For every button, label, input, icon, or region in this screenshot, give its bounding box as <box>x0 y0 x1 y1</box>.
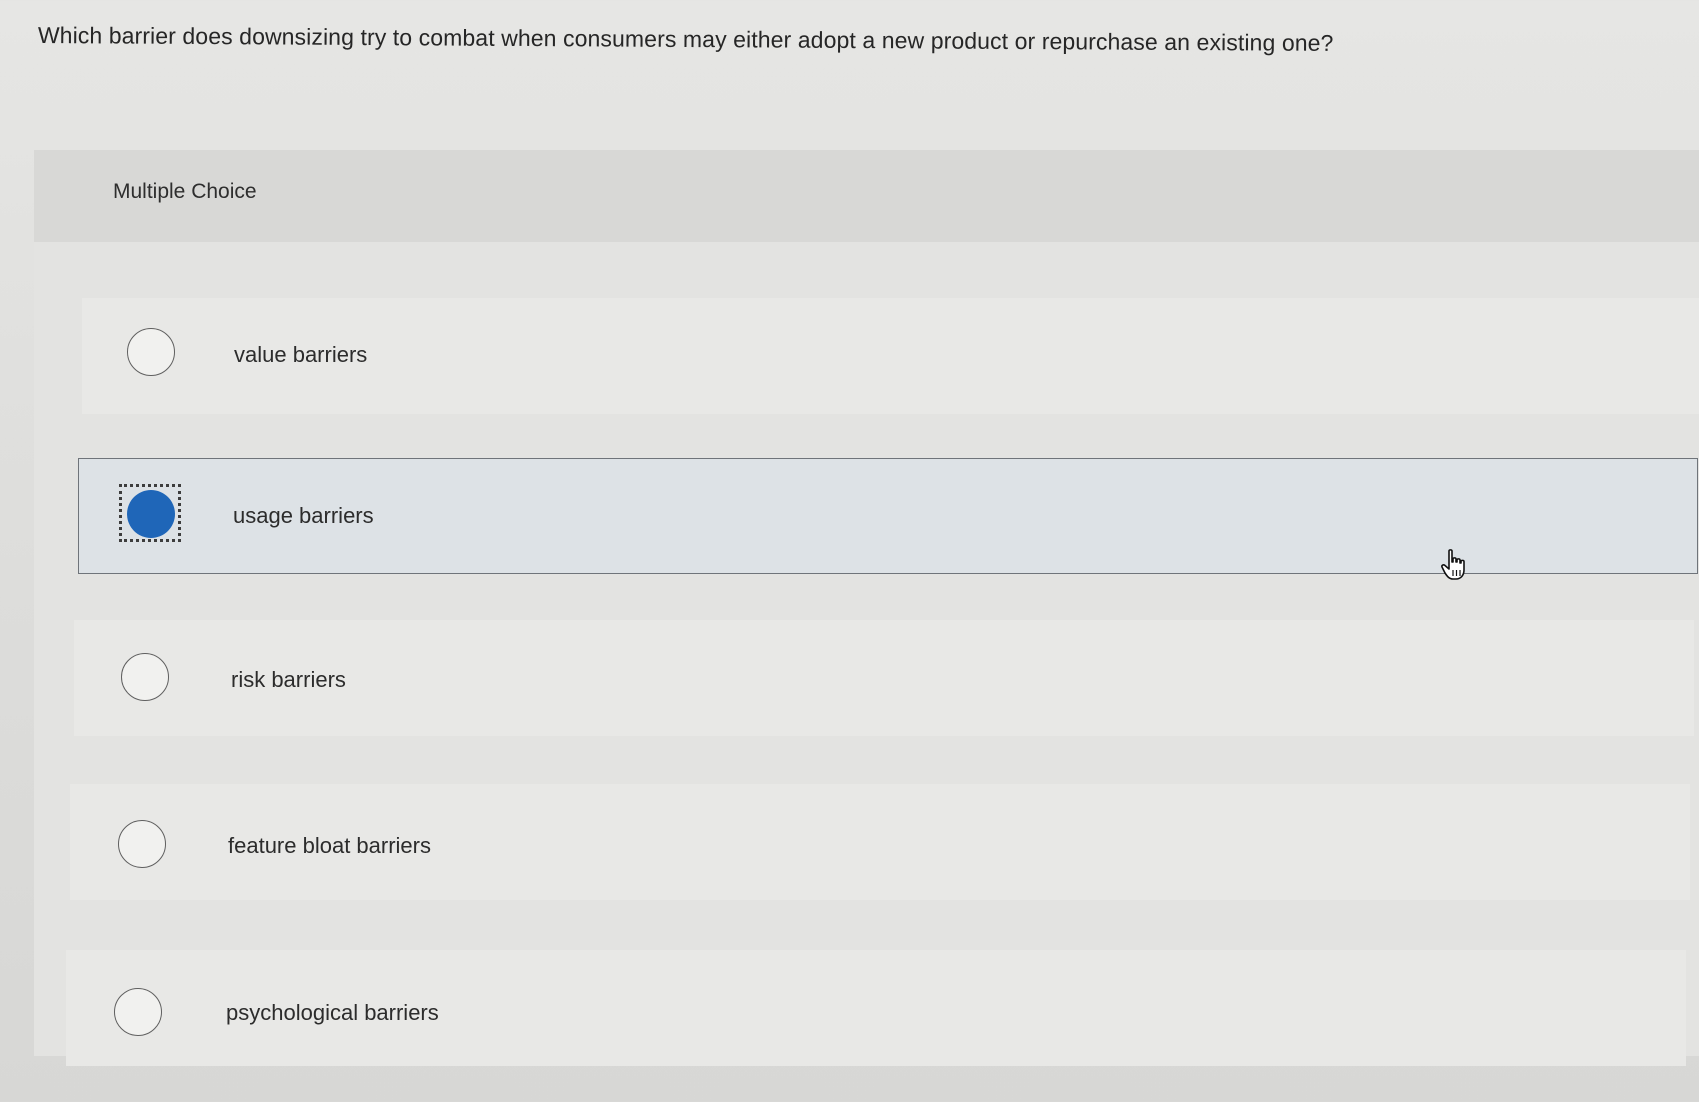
question-type-label: Multiple Choice <box>113 180 257 203</box>
radio-focus-ring <box>119 484 181 542</box>
radio-button-unselected[interactable] <box>114 988 162 1036</box>
answer-option-label: feature bloat barriers <box>228 833 431 858</box>
answer-option-label: psychological barriers <box>226 1000 439 1025</box>
answer-option-feature-bloat-barriers[interactable]: feature bloat barriers <box>70 784 1690 900</box>
answer-option-label: risk barriers <box>231 667 346 692</box>
multiple-choice-panel: Multiple Choice <box>34 150 1699 1056</box>
question-text: Which barrier does downsizing try to com… <box>37 22 1334 56</box>
answer-option-label: usage barriers <box>233 503 374 528</box>
answer-option-risk-barriers[interactable]: risk barriers <box>74 620 1694 736</box>
answer-option-value-barriers[interactable]: value barriers <box>82 298 1699 414</box>
radio-button-unselected[interactable] <box>127 328 175 376</box>
radio-button-unselected[interactable] <box>118 820 166 868</box>
panel-header: Multiple Choice <box>34 150 1699 242</box>
radio-button-selected[interactable] <box>127 490 175 538</box>
answer-option-label: value barriers <box>234 342 368 367</box>
answer-option-psychological-barriers[interactable]: psychological barriers <box>66 950 1686 1066</box>
radio-button-unselected[interactable] <box>121 653 169 701</box>
hand-pointer-icon <box>1441 549 1465 580</box>
